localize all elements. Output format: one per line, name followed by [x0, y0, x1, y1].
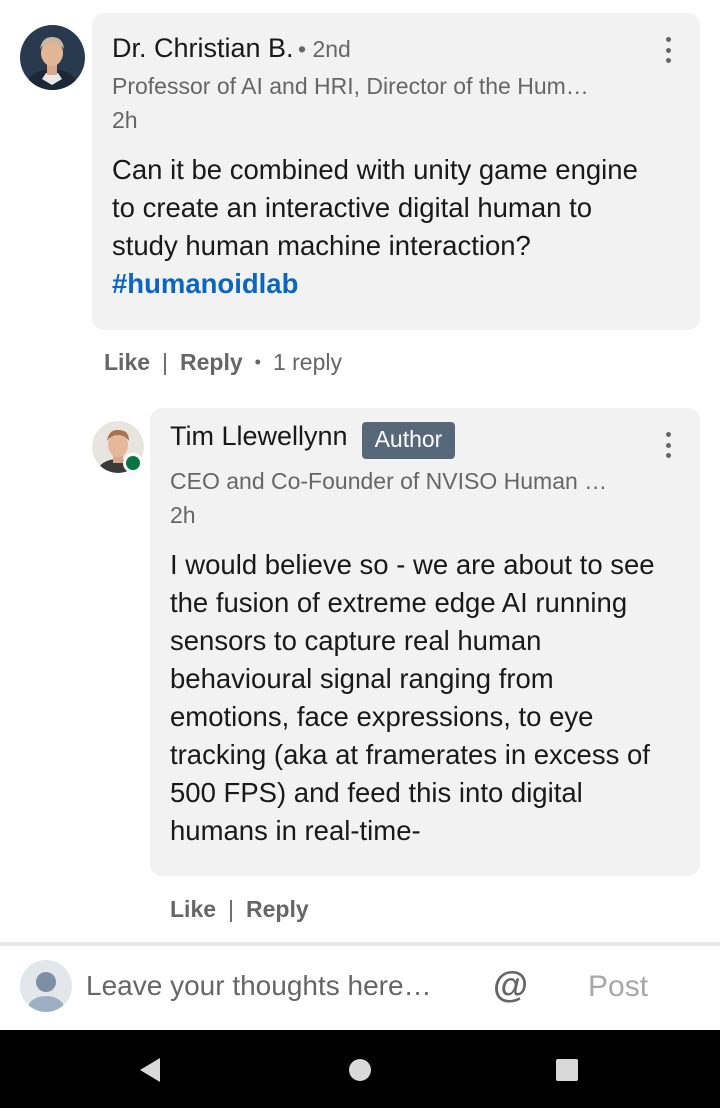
like-button[interactable]: Like	[104, 349, 150, 376]
hashtag-link[interactable]: #humanoidlab	[112, 268, 298, 299]
reply-actions: Like | Reply	[170, 896, 309, 923]
action-separator: |	[162, 349, 169, 375]
reply-count-link[interactable]: 1 reply	[273, 349, 342, 376]
reply-author-headline: CEO and Co-Founder of NVISO Human …	[170, 468, 608, 494]
comment-text: Can it be combined with unity game engin…	[112, 154, 638, 261]
reply-timestamp: 2h	[170, 502, 196, 528]
author-badge: Author	[361, 422, 456, 460]
home-circle-icon[interactable]	[348, 1058, 372, 1087]
system-navigation-bar	[0, 1030, 720, 1108]
reply-header: Tim Llewellynn Author	[170, 421, 456, 460]
connection-degree: • 2nd	[298, 36, 351, 62]
back-triangle-icon[interactable]	[138, 1057, 162, 1088]
commenter-avatar-image	[20, 25, 85, 90]
reply-more-options-icon[interactable]	[656, 430, 680, 460]
reply-reply-button[interactable]: Reply	[246, 896, 309, 923]
online-status-indicator	[123, 453, 143, 473]
at-icon[interactable]: @	[493, 964, 528, 1006]
comment-header: Dr. Christian B. • 2nd	[112, 33, 351, 64]
comment-input[interactable]	[86, 970, 456, 1002]
commenter-name[interactable]: Dr. Christian B.	[112, 33, 294, 63]
commenter-headline: Professor of AI and HRI, Director of the…	[112, 73, 589, 99]
comment-composer: @ Post	[0, 946, 720, 1030]
comment-bubble: Dr. Christian B. • 2nd Professor of AI a…	[92, 13, 700, 330]
comment-timestamp: 2h	[112, 107, 138, 133]
comment-actions: Like | Reply • 1 reply	[104, 349, 342, 376]
comment-body: Can it be combined with unity game engin…	[112, 151, 652, 303]
user-avatar-icon	[20, 960, 72, 1012]
reply-like-button[interactable]: Like	[170, 896, 216, 923]
reply-body: I would believe so - we are about to see…	[170, 549, 655, 846]
bullet-separator: •	[254, 352, 261, 372]
action-separator: |	[228, 896, 235, 922]
user-avatar-placeholder	[20, 960, 72, 1012]
reply-author-avatar[interactable]	[92, 421, 144, 473]
commenter-avatar[interactable]	[20, 25, 85, 90]
recents-square-icon[interactable]	[555, 1058, 579, 1087]
reply-author-name[interactable]: Tim Llewellynn	[170, 421, 348, 451]
reply-button[interactable]: Reply	[180, 349, 243, 376]
reply-bubble: Tim Llewellynn Author CEO and Co-Founder …	[150, 408, 700, 876]
more-options-icon[interactable]	[656, 35, 680, 65]
post-button[interactable]: Post	[588, 970, 648, 1004]
